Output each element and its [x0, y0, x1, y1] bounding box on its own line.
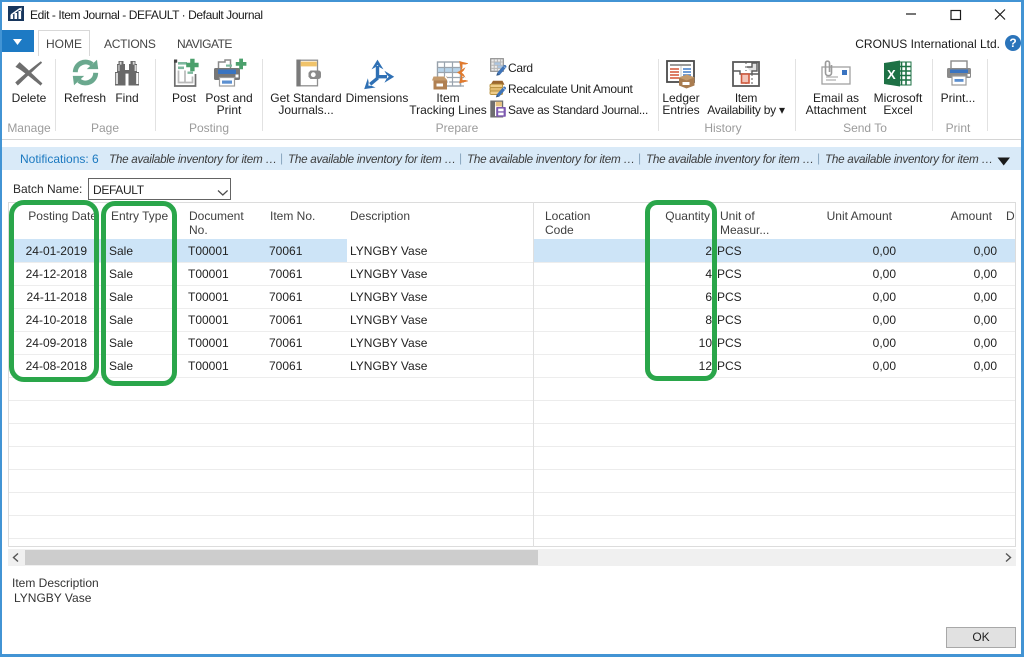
svg-text:X: X	[887, 67, 896, 82]
